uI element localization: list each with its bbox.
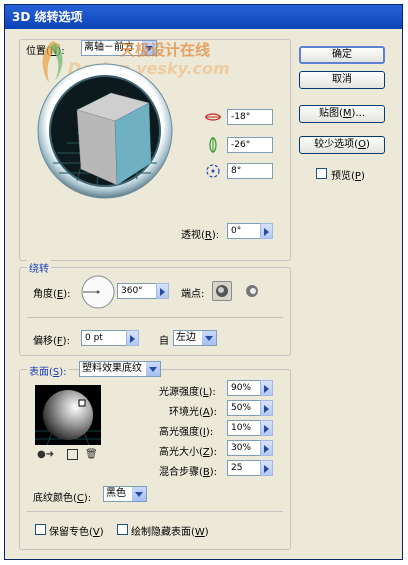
- ok-button[interactable]: 确定: [299, 46, 385, 64]
- preview-label: 预览(P): [331, 171, 365, 182]
- preserve-spot-label: 保留专色(V): [49, 527, 104, 538]
- from-select[interactable]: 左边: [173, 330, 217, 346]
- move-light-icon[interactable]: ●➜: [37, 449, 54, 460]
- shading-color-label: 底纹颜色(C):: [33, 493, 92, 504]
- fewer-options-button[interactable]: 较少选项(O): [299, 136, 385, 154]
- rotate-y-field[interactable]: -26°: [227, 137, 273, 153]
- chevron-down-icon: [146, 362, 160, 376]
- preserve-spot-checkbox[interactable]: [35, 524, 46, 535]
- draw-hidden-faces-label: 绘制隐藏表面(W): [131, 527, 209, 538]
- trash-icon[interactable]: 🗑: [85, 449, 98, 460]
- light-controls: ●➜ 🗑: [37, 449, 101, 461]
- angle-dial[interactable]: [81, 275, 115, 309]
- chevron-down-icon: [202, 331, 216, 345]
- blend-steps-field[interactable]: 25: [227, 460, 261, 476]
- cap-on-icon: [216, 285, 228, 297]
- perspective-label: 透视(R):: [181, 230, 220, 241]
- offset-field[interactable]: 0 pt: [81, 330, 127, 346]
- cancel-button[interactable]: 取消: [299, 71, 385, 89]
- surface-divider: [27, 511, 283, 512]
- surface-select[interactable]: 塑料效果底纹: [79, 361, 161, 377]
- from-label: 自: [159, 336, 169, 347]
- chevron-down-icon: [132, 487, 146, 501]
- ambient-light-label: 环境光(A):: [169, 407, 218, 418]
- perspective-slider-button[interactable]: [260, 223, 273, 239]
- position-select[interactable]: 离轴－前方: [81, 40, 157, 56]
- shading-color-select[interactable]: 黑色: [103, 486, 147, 502]
- light-intensity-slider-button[interactable]: [260, 380, 273, 396]
- angle-field[interactable]: 360°: [117, 283, 157, 299]
- offset-label: 偏移(F):: [33, 336, 70, 347]
- surface-label: 表面(S):: [27, 363, 69, 378]
- light-intensity-field[interactable]: 90%: [227, 380, 261, 396]
- highlight-size-field[interactable]: 30%: [227, 440, 261, 456]
- map-art-button[interactable]: 贴图(M)...: [299, 105, 385, 123]
- ambient-light-slider-button[interactable]: [260, 400, 273, 416]
- cap-on-button[interactable]: [212, 281, 232, 301]
- revolve-title: 绕转: [27, 260, 51, 275]
- highlight-size-label: 高光大小(Z):: [159, 447, 218, 458]
- rotate-z-icon: [206, 164, 220, 178]
- window-title: 3D 绕转选项: [5, 5, 402, 29]
- rotate-y-icon: [209, 137, 217, 153]
- lighting-sphere-preview[interactable]: [35, 385, 101, 445]
- revolve-divider: [27, 317, 283, 318]
- draw-hidden-faces-checkbox[interactable]: [117, 524, 128, 535]
- angle-slider-button[interactable]: [156, 283, 169, 299]
- angle-label: 角度(E):: [33, 289, 71, 300]
- blend-steps-label: 混合步骤(B):: [159, 467, 218, 478]
- cap-label: 端点:: [181, 289, 205, 300]
- chevron-down-icon: [142, 41, 156, 55]
- preview-checkbox[interactable]: [316, 168, 327, 179]
- highlight-size-slider-button[interactable]: [260, 440, 273, 456]
- cap-off-icon: [246, 285, 258, 297]
- rotate-x-icon: [205, 113, 221, 121]
- perspective-field[interactable]: 0°: [227, 223, 261, 239]
- cap-off-button[interactable]: [243, 282, 261, 300]
- highlight-intensity-slider-button[interactable]: [260, 420, 273, 436]
- light-intensity-label: 光源强度(L):: [159, 387, 216, 398]
- highlight-intensity-label: 高光强度(I):: [159, 427, 214, 438]
- rotate-z-field[interactable]: 8°: [227, 163, 273, 179]
- offset-slider-button[interactable]: [126, 330, 139, 346]
- new-light-icon[interactable]: [67, 449, 78, 460]
- ambient-light-field[interactable]: 50%: [227, 400, 261, 416]
- position-label: 位置(N):: [25, 42, 66, 57]
- highlight-intensity-field[interactable]: 10%: [227, 420, 261, 436]
- rotation-trackball[interactable]: [37, 63, 173, 199]
- blend-steps-slider-button[interactable]: [260, 460, 273, 476]
- rotate-x-field[interactable]: -18°: [227, 109, 273, 125]
- dialog-window: 3D 绕转选项 位置(N): 离轴－前方 天极设计在线 Design.yesky…: [4, 4, 403, 560]
